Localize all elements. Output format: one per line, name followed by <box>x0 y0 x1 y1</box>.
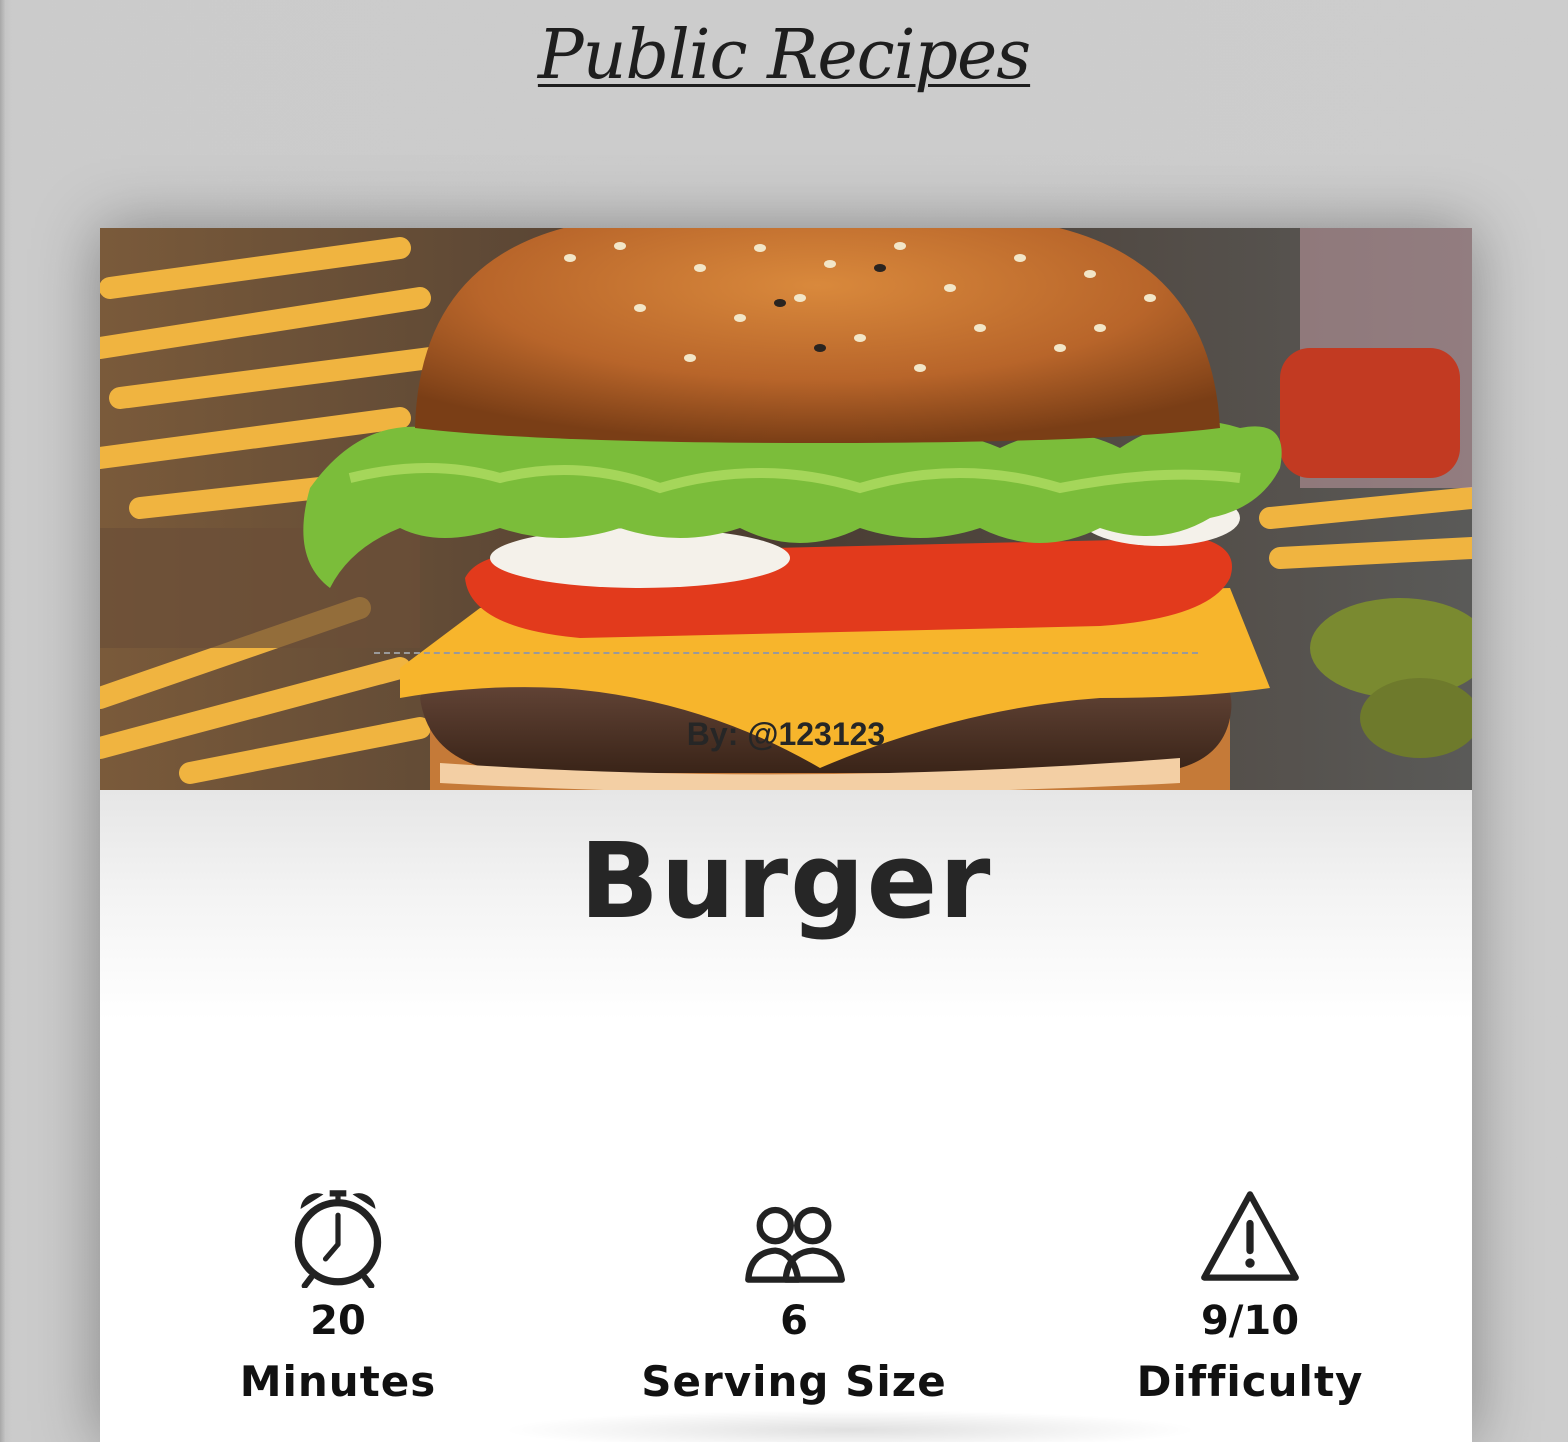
stat-time-label: Minutes <box>239 1357 437 1406</box>
page-header: Public Recipes <box>0 0 1568 130</box>
stat-servings-value: 6 <box>780 1298 808 1344</box>
recipe-card[interactable]: Burger By: @123123 20 Minutes 6 Serving … <box>100 228 1472 1442</box>
people-icon <box>745 1206 845 1283</box>
recipe-image <box>100 228 1472 790</box>
alarm-clock-icon <box>294 1190 382 1288</box>
window-edge <box>0 0 6 1442</box>
burger-photo <box>100 228 1472 790</box>
recipe-name: Burger <box>579 820 993 942</box>
page-title[interactable]: Public Recipes <box>538 16 1031 95</box>
stat-difficulty-label: Difficulty <box>1136 1357 1364 1406</box>
stat-time: 20 Minutes <box>138 1184 538 1408</box>
warning-icon <box>1201 1191 1299 1281</box>
stat-servings-label: Serving Size <box>641 1357 947 1406</box>
stat-time-value: 20 <box>310 1298 366 1344</box>
bottom-shadow <box>500 1410 1200 1442</box>
stat-servings: 6 Serving Size <box>594 1184 994 1408</box>
stat-difficulty: 9/10 Difficulty <box>1050 1184 1450 1408</box>
stat-difficulty-value: 9/10 <box>1200 1298 1300 1344</box>
divider <box>374 652 1198 654</box>
recipe-author[interactable]: By: @123123 <box>100 716 1472 753</box>
